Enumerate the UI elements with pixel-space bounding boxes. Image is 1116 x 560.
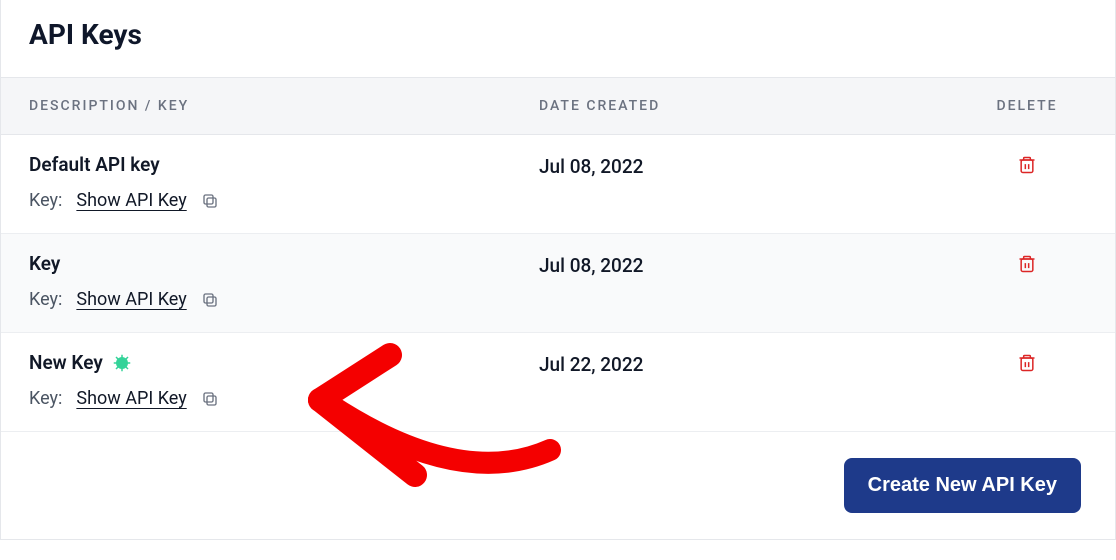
delete-icon[interactable]	[1017, 254, 1037, 276]
key-prefix-label: Key:	[29, 388, 62, 409]
date-created: Jul 08, 2022	[539, 252, 967, 277]
column-header-description: DESCRIPTION / KEY	[29, 98, 539, 114]
delete-icon[interactable]	[1017, 353, 1037, 375]
panel-header: API Keys	[1, 0, 1115, 77]
table-row: Key Key: Show API Key Jul 08, 2022	[1, 234, 1115, 333]
table-header-row: DESCRIPTION / KEY DATE CREATED DELETE	[1, 77, 1115, 135]
copy-icon[interactable]	[201, 291, 219, 309]
date-created: Jul 08, 2022	[539, 153, 967, 178]
copy-icon[interactable]	[201, 390, 219, 408]
show-api-key-link[interactable]: Show API Key	[76, 190, 186, 211]
create-new-api-key-button[interactable]: Create New API Key	[844, 458, 1081, 513]
table-row: Default API key Key: Show API Key Jul 08…	[1, 135, 1115, 234]
key-description: Default API key	[29, 153, 539, 176]
copy-icon[interactable]	[201, 192, 219, 210]
column-header-delete: DELETE	[967, 98, 1087, 114]
show-api-key-link[interactable]: Show API Key	[76, 289, 186, 310]
panel-footer: Create New API Key	[1, 432, 1115, 539]
new-badge-icon	[113, 354, 131, 372]
key-prefix-label: Key:	[29, 289, 62, 310]
key-description: New Key	[29, 351, 103, 374]
page-title: API Keys	[29, 18, 1087, 51]
api-keys-panel: API Keys DESCRIPTION / KEY DATE CREATED …	[0, 0, 1116, 540]
table-row: New Key Key: Show API Key Jul 22, 2022	[1, 333, 1115, 432]
date-created: Jul 22, 2022	[539, 351, 967, 376]
column-header-date: DATE CREATED	[539, 98, 967, 114]
key-description: Key	[29, 252, 539, 275]
delete-icon[interactable]	[1017, 155, 1037, 177]
key-prefix-label: Key:	[29, 190, 62, 211]
show-api-key-link[interactable]: Show API Key	[76, 388, 186, 409]
